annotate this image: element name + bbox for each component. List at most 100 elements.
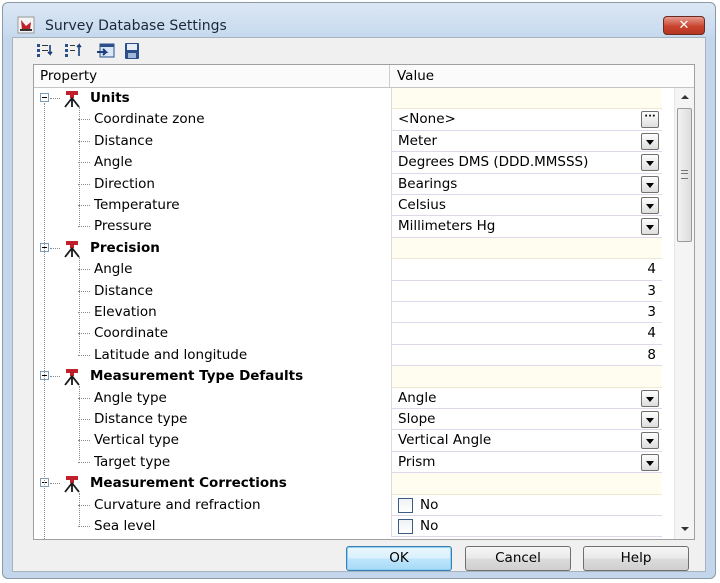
import-icon[interactable] [95, 41, 117, 61]
value-cell[interactable]: <None> ··· [391, 109, 662, 131]
property-cell[interactable]: Distance [34, 131, 391, 152]
value-cell[interactable]: Angle [391, 387, 662, 409]
property-cell[interactable]: Vertical type [34, 430, 391, 451]
close-button[interactable]: ✕ [663, 16, 705, 35]
vertical-scrollbar[interactable] [674, 88, 694, 539]
property-cell[interactable]: Sea level [34, 516, 391, 537]
property-cell[interactable]: Angle [34, 152, 391, 173]
value-cell[interactable]: Bearings [391, 173, 662, 195]
category-row[interactable]: Measurement Type Defaults [34, 366, 674, 388]
sort-icon[interactable] [63, 41, 85, 61]
property-row[interactable]: Target type Prism [34, 451, 674, 474]
property-row[interactable]: Temperature Celsius [34, 195, 674, 217]
tree-line [79, 257, 80, 354]
property-cell[interactable]: Coordinate [34, 323, 391, 344]
property-row[interactable]: Latitude and longitude 8 [34, 344, 674, 367]
value-cell[interactable]: Prism [391, 451, 662, 474]
value-cell[interactable]: Vertical Angle [391, 430, 662, 452]
property-row[interactable]: Vertical type Vertical Angle [34, 430, 674, 452]
dropdown-arrow-icon[interactable] [641, 197, 659, 214]
property-cell[interactable]: Direction [34, 174, 391, 195]
property-cell[interactable]: Coordinate zone [34, 109, 391, 130]
value-number[interactable]: 4 [647, 323, 656, 344]
save-icon[interactable] [121, 41, 143, 61]
value-cell[interactable]: Degrees DMS (DDD.MMSSS) [391, 152, 662, 174]
cancel-button[interactable]: Cancel [465, 546, 571, 571]
property-row[interactable]: Pressure Millimeters Hg [34, 216, 674, 238]
dropdown-arrow-icon[interactable] [641, 218, 659, 236]
scroll-thumb[interactable] [677, 108, 692, 242]
property-cell[interactable]: Angle [34, 259, 391, 280]
scroll-up-icon[interactable] [675, 88, 694, 106]
category-row[interactable]: Units [34, 88, 674, 110]
property-row[interactable]: Distance type Slope [34, 409, 674, 431]
property-cell[interactable]: Pressure [34, 216, 391, 237]
property-cell[interactable]: Distance type [34, 409, 391, 430]
property-row[interactable]: Angle type Angle [34, 387, 674, 409]
dropdown-arrow-icon[interactable] [641, 132, 659, 150]
value-text: <None> [398, 111, 456, 128]
property-row[interactable]: Sea level No [34, 516, 674, 538]
value-cell[interactable]: 4 [391, 323, 662, 345]
dropdown-arrow-icon[interactable] [641, 453, 659, 471]
help-button[interactable]: Help [583, 546, 689, 571]
property-cell[interactable]: Target type [34, 452, 391, 473]
property-cell[interactable]: Angle type [34, 388, 391, 409]
property-cell[interactable]: Latitude and longitude [34, 345, 391, 366]
dropdown-arrow-icon[interactable] [641, 154, 659, 172]
property-cell[interactable]: Temperature [34, 195, 391, 216]
property-row[interactable]: Distance 3 [34, 280, 674, 302]
property-row[interactable]: Curvature and refraction No [34, 494, 674, 516]
category-property-cell[interactable]: Measurement Corrections [34, 473, 391, 494]
ellipsis-icon[interactable]: ··· [641, 111, 659, 129]
expand-all-icon[interactable] [35, 41, 57, 61]
value-cell[interactable]: 3 [391, 280, 662, 302]
value-cell[interactable]: No [391, 494, 662, 516]
value-number[interactable]: 4 [647, 259, 656, 280]
value-cell[interactable]: Slope [391, 409, 662, 431]
value-text: Prism [398, 453, 436, 470]
property-label: Sea level [94, 518, 156, 534]
category-row[interactable]: Precision [34, 237, 674, 260]
dropdown-arrow-icon[interactable] [641, 175, 659, 193]
property-cell[interactable]: Curvature and refraction [34, 495, 391, 516]
property-cell[interactable]: Distance [34, 281, 391, 302]
property-cell[interactable]: Elevation [34, 302, 391, 323]
tree-line [79, 107, 80, 226]
value-cell[interactable]: 4 [391, 259, 662, 281]
property-row[interactable]: Elevation 3 [34, 302, 674, 324]
category-label: Precision [90, 239, 160, 256]
value-cell[interactable]: Millimeters Hg [391, 216, 662, 238]
property-row[interactable]: Distance Meter [34, 130, 674, 153]
value-cell[interactable]: Meter [391, 130, 662, 153]
value-cell[interactable]: 8 [391, 344, 662, 367]
dropdown-arrow-icon[interactable] [641, 411, 659, 428]
value-number[interactable]: 3 [647, 302, 656, 323]
scroll-down-icon[interactable] [675, 521, 694, 539]
checkbox-input[interactable] [398, 519, 413, 534]
property-label: Pressure [94, 218, 152, 235]
property-label: Angle [94, 261, 133, 278]
category-property-cell[interactable]: Measurement Type Defaults [34, 366, 391, 387]
value-cell[interactable]: Celsius [391, 195, 662, 217]
category-row[interactable]: Measurement Corrections [34, 473, 674, 495]
value-cell[interactable]: 3 [391, 302, 662, 324]
dropdown-arrow-icon[interactable] [641, 389, 659, 407]
checkbox-input[interactable] [398, 497, 413, 513]
category-property-cell[interactable]: Precision [34, 238, 391, 259]
property-row[interactable]: Coordinate 4 [34, 323, 674, 345]
ok-button[interactable]: OK [346, 546, 452, 571]
property-row[interactable]: Coordinate zone <None> ··· [34, 109, 674, 131]
property-row[interactable]: Angle 4 [34, 259, 674, 281]
value-number[interactable]: 8 [647, 345, 656, 366]
dropdown-arrow-icon[interactable] [641, 432, 659, 450]
value-number[interactable]: 3 [647, 281, 656, 302]
collapse-icon[interactable] [40, 93, 49, 102]
property-row[interactable]: Angle Degrees DMS (DDD.MMSSS) [34, 152, 674, 174]
property-row[interactable]: Direction Bearings [34, 173, 674, 195]
category-property-cell[interactable]: Units [34, 88, 391, 109]
value-text: Degrees DMS (DDD.MMSSS) [398, 154, 589, 171]
value-cell[interactable]: No [391, 516, 662, 538]
column-header-value[interactable]: Value [391, 65, 694, 87]
column-header-property[interactable]: Property [34, 65, 390, 87]
